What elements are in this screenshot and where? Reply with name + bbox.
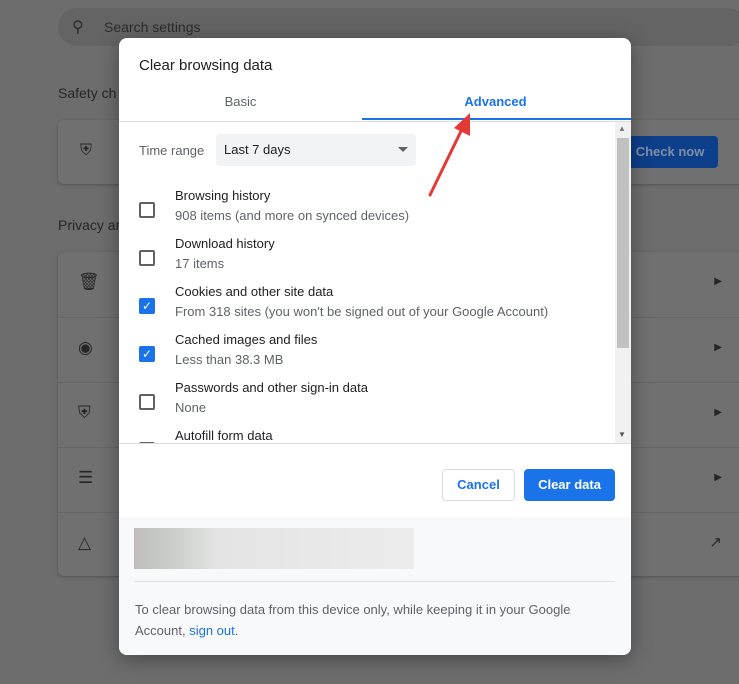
scrollbar-thumb[interactable]	[617, 138, 629, 348]
chevron-right-icon: ▶	[714, 407, 722, 418]
item-subtitle: 908 items (and more on synced devices)	[175, 208, 410, 223]
chevron-right-icon: ▶	[714, 342, 722, 353]
footer-period: .	[234, 623, 239, 638]
safety-check-heading: Safety ch	[58, 85, 117, 101]
time-range-value: Last 7 days	[224, 142, 291, 157]
dialog-footer: To clear browsing data from this device …	[119, 517, 631, 655]
clear-data-button[interactable]: Clear data	[524, 469, 615, 501]
item-subtitle: 17 items	[175, 256, 225, 271]
item-title: Autofill form data	[175, 428, 273, 443]
shield-icon: ⛨	[78, 403, 91, 422]
tab-advanced[interactable]: Advanced	[374, 94, 617, 109]
checkbox[interactable]	[139, 202, 155, 218]
item-download-history[interactable]: Download history 17 items	[119, 234, 615, 282]
dialog-title: Clear browsing data	[139, 57, 273, 74]
clear-browsing-data-dialog: Clear browsing data Basic Advanced Time …	[119, 38, 631, 655]
shield-check-icon: ⛨	[80, 142, 93, 159]
trash-icon: 🗑	[78, 272, 100, 291]
privacy-heading: Privacy ar	[58, 217, 121, 233]
checkbox-checked[interactable]: ✓	[139, 346, 155, 362]
checkbox[interactable]	[139, 442, 155, 443]
item-cached-images[interactable]: ✓ Cached images and files Less than 38.3 M…	[119, 330, 615, 378]
item-passwords[interactable]: Passwords and other sign-in data None	[119, 378, 615, 426]
cookie-icon: ◉	[78, 338, 93, 357]
item-cookies[interactable]: ✓ Cookies and other site data From 318 sit…	[119, 282, 615, 330]
item-title: Passwords and other sign-in data	[175, 380, 368, 395]
scroll-down-arrow-icon[interactable]: ▼	[618, 430, 626, 439]
active-tab-indicator	[362, 118, 631, 120]
item-subtitle: None	[175, 400, 207, 415]
scroll-up-arrow-icon[interactable]: ▲	[618, 124, 626, 133]
chevron-right-icon: ▶	[714, 472, 722, 483]
item-subtitle: From 318 sites (you won't be signed out …	[175, 304, 549, 319]
flask-icon: △	[78, 533, 92, 552]
item-title: Download history	[175, 236, 275, 251]
search-icon: ⚲	[72, 19, 84, 36]
blurred-account-info	[134, 528, 414, 569]
item-title: Cached images and files	[175, 332, 318, 347]
item-autofill[interactable]: Autofill form data	[119, 426, 615, 443]
annotation-arrow	[428, 113, 470, 197]
tab-basic[interactable]: Basic	[119, 94, 362, 109]
time-range-select[interactable]: Last 7 days	[216, 134, 416, 166]
footer-text: To clear browsing data from this device …	[135, 599, 595, 641]
checkbox[interactable]	[139, 394, 155, 410]
dropdown-arrow-icon	[398, 147, 408, 152]
time-range-label: Time range	[139, 143, 205, 158]
chevron-right-icon: ▶	[714, 276, 722, 287]
item-browsing-history[interactable]: Browsing history 908 items (and more on s…	[119, 186, 615, 234]
checkbox[interactable]	[139, 250, 155, 266]
item-subtitle: Less than 38.3 MB	[175, 352, 284, 367]
check-now-button[interactable]: Check now	[622, 136, 718, 168]
data-types-list[interactable]: Time range Last 7 days Browsing history 9…	[119, 122, 631, 444]
item-title: Cookies and other site data	[175, 284, 334, 299]
item-title: Browsing history	[175, 188, 271, 203]
cancel-button[interactable]: Cancel	[442, 469, 515, 501]
external-link-icon: ↗	[709, 534, 722, 551]
search-placeholder: Search settings	[104, 19, 201, 35]
sign-out-link[interactable]: sign out	[189, 623, 235, 638]
checkbox-checked[interactable]: ✓	[139, 298, 155, 314]
sliders-icon: ☰	[78, 468, 94, 487]
footer-divider	[134, 581, 615, 582]
